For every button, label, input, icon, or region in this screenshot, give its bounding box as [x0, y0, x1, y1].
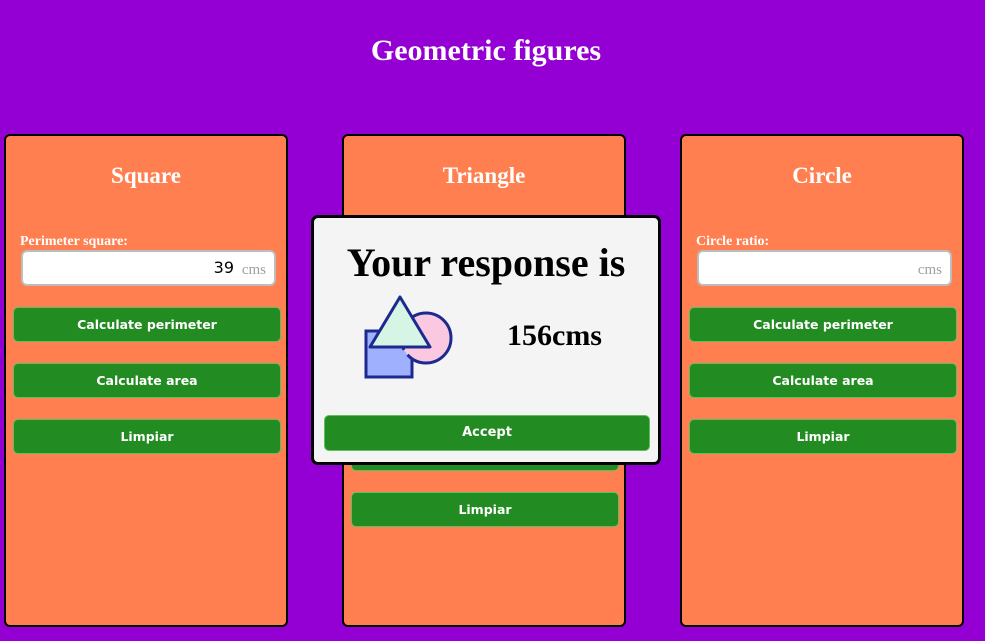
- square-perimeter-label: Perimeter square:: [20, 234, 128, 249]
- triangle-card-title: Triangle: [442, 163, 526, 188]
- square-perimeter-unit: cms: [241, 262, 266, 278]
- circle-calculate-area-button[interactable]: Calculate area: [689, 363, 957, 398]
- circle-ratio-label: Circle ratio:: [696, 234, 770, 249]
- triangle-clear-button[interactable]: Limpiar: [351, 492, 619, 527]
- square-clear-button[interactable]: Limpiar: [13, 419, 281, 454]
- square-perimeter-input[interactable]: 39 cms: [21, 250, 276, 286]
- geometric-shapes-icon: [364, 295, 453, 379]
- circle-calculate-perimeter-button[interactable]: Calculate perimeter: [689, 307, 957, 342]
- page-title: Geometric figures: [370, 34, 602, 67]
- circle-clear-button[interactable]: Limpiar: [689, 419, 957, 454]
- accept-button[interactable]: Accept: [324, 415, 650, 451]
- circle-card-title: Circle: [792, 163, 852, 188]
- circle-card: Circle Circle ratio: cms Calculate perim…: [680, 134, 964, 627]
- response-dialog: Your response is 156cms Accept: [311, 215, 661, 465]
- square-card-title: Square: [111, 163, 181, 188]
- circle-ratio-input[interactable]: cms: [697, 250, 952, 286]
- square-perimeter-value: 39: [213, 258, 234, 277]
- dialog-result: 156cms: [507, 319, 602, 352]
- square-calculate-area-button[interactable]: Calculate area: [13, 363, 281, 398]
- square-card: Square Perimeter square: 39 cms Calculat…: [4, 134, 288, 627]
- dialog-title: Your response is: [346, 240, 626, 285]
- circle-ratio-unit: cms: [917, 262, 942, 278]
- square-calculate-perimeter-button[interactable]: Calculate perimeter: [13, 307, 281, 342]
